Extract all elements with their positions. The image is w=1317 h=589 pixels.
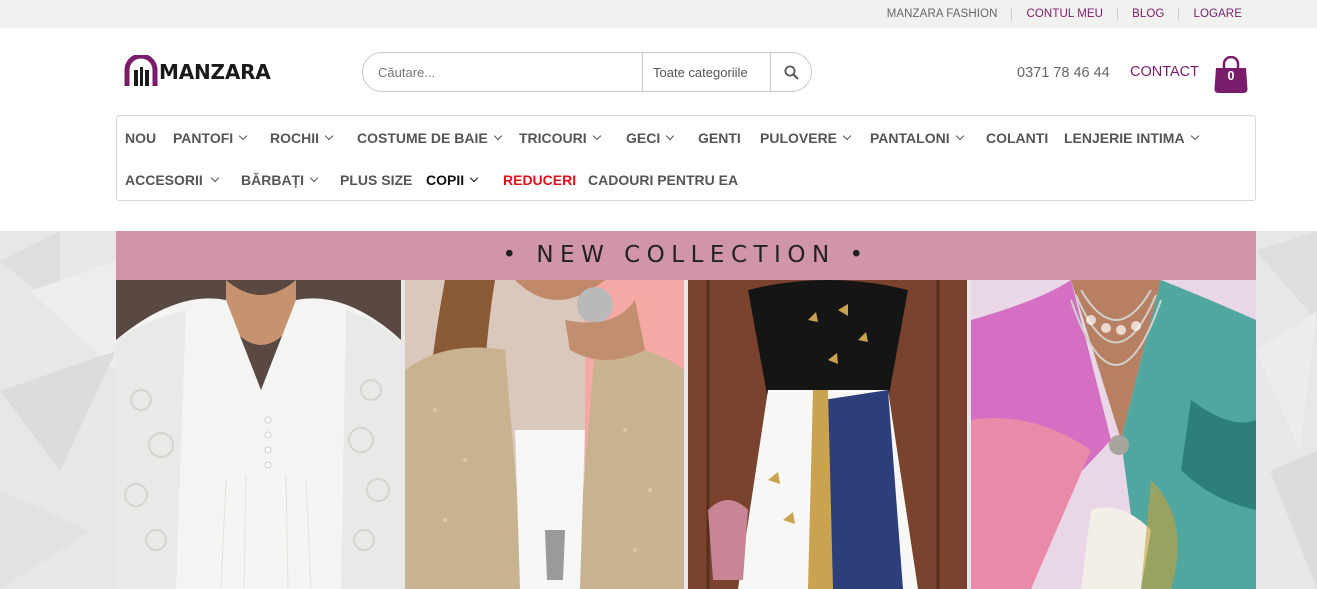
link-contul-meu[interactable]: CONTUL MEU — [1011, 7, 1117, 21]
nav-label: COPII — [426, 172, 465, 188]
chevron-down-icon — [309, 173, 319, 183]
category-select[interactable]: Toate categoriile — [642, 53, 771, 91]
nav-label: PANTALONI — [870, 130, 950, 146]
chevron-down-icon — [1190, 131, 1199, 141]
nav-label: ROCHII — [270, 130, 319, 146]
chevron-down-icon — [469, 173, 479, 183]
nav-label: TRICOURI — [519, 130, 587, 146]
nav-item-pantofi[interactable]: PANTOFI — [173, 130, 248, 146]
nav-label: COSTUME DE BAIE — [357, 130, 488, 146]
nav-item-cadouri-pentru-ea[interactable]: CADOURI PENTRU EA — [588, 172, 738, 188]
chevron-down-icon — [955, 131, 964, 141]
search-input[interactable] — [363, 53, 642, 91]
nav-item-geci[interactable]: GECI — [626, 130, 675, 146]
nav-item-colanti[interactable]: COLANTI — [986, 130, 1048, 146]
nav-label: NOU — [125, 130, 157, 146]
link-blog[interactable]: BLOG — [1117, 7, 1178, 21]
nav-item-accesorii[interactable]: ACCESORII — [125, 172, 220, 188]
nav-label: ACCESORII — [125, 172, 203, 188]
chevron-down-icon — [493, 131, 502, 141]
nav-label: LENJERIE INTIMA — [1064, 130, 1185, 146]
banner-title: • NEW COLLECTION • — [502, 242, 870, 268]
phone-number: 0371 78 46 44 — [1017, 65, 1110, 81]
nav-label: GENTI — [698, 130, 741, 146]
nav-item-pulovere[interactable]: PULOVERE — [760, 130, 852, 146]
nav-item-reduceri[interactable]: REDUCERI — [503, 172, 576, 188]
top-bar: MANZARA FASHION CONTUL MEU BLOG LOGARE — [0, 0, 1317, 28]
site-logo[interactable]: MANZARA — [124, 55, 271, 89]
top-links: MANZARA FASHION CONTUL MEU BLOG LOGARE — [873, 0, 1256, 28]
search-button[interactable] — [771, 53, 811, 91]
nav-label: PULOVERE — [760, 130, 838, 146]
nav-label: CADOURI PENTRU EA — [588, 172, 739, 188]
nav-item-genti[interactable]: GENTI — [698, 130, 741, 146]
nav-item-lenjerie-intima[interactable]: LENJERIE INTIMA — [1064, 130, 1199, 146]
chevron-down-icon — [842, 131, 852, 141]
nav-item-nou[interactable]: NOU — [125, 130, 156, 146]
nav-label: REDUCERI — [503, 172, 577, 188]
category-label: Toate categoriile — [653, 64, 748, 80]
link-logare[interactable]: LOGARE — [1178, 7, 1256, 21]
link-manzara-fashion[interactable]: MANZARA FASHION — [873, 8, 1012, 21]
nav-item-barbati[interactable]: BĂRBAȚI — [241, 172, 319, 188]
search-icon — [784, 65, 798, 79]
contact-link[interactable]: CONTACT — [1130, 64, 1199, 80]
nav-item-costume-de-baie[interactable]: COSTUME DE BAIE — [357, 130, 502, 146]
product-photo-sequin-jacket[interactable] — [405, 280, 684, 589]
chevron-down-icon — [238, 131, 248, 141]
nav-label: GECI — [626, 130, 661, 146]
brand-name: MANZARA — [159, 60, 271, 84]
chevron-down-icon — [324, 131, 334, 141]
nav-label: COLANTI — [986, 130, 1049, 146]
product-photo-watercolor-shirt[interactable] — [971, 280, 1256, 589]
logo-icon — [124, 55, 158, 86]
nav-item-pantaloni[interactable]: PANTALONI — [870, 130, 964, 146]
nav-label: BĂRBAȚI — [241, 172, 304, 188]
nav-item-rochii[interactable]: ROCHII — [270, 130, 334, 146]
collection-photos — [116, 280, 1256, 589]
cart-count: 0 — [1227, 69, 1235, 83]
nav-item-plus-size[interactable]: PLUS SIZE — [340, 172, 412, 188]
nav-label: PANTOFI — [173, 130, 234, 146]
nav-label: PLUS SIZE — [340, 172, 413, 188]
search-bar: Toate categoriile — [362, 52, 812, 92]
product-photo-white-blouse[interactable] — [116, 280, 401, 589]
new-collection-banner[interactable]: • NEW COLLECTION • — [116, 231, 1256, 280]
chevron-down-icon — [210, 173, 220, 183]
nav-item-tricouri[interactable]: TRICOURI — [519, 130, 601, 146]
main-nav: NOU PANTOFI ROCHII COSTUME DE BAIE TRICO… — [116, 115, 1256, 201]
product-photo-butterfly-dress[interactable] — [688, 280, 967, 589]
chevron-down-icon — [592, 131, 601, 141]
chevron-down-icon — [665, 131, 675, 141]
nav-item-copii[interactable]: COPII — [426, 172, 479, 188]
cart-button[interactable]: 0 — [1213, 55, 1249, 94]
